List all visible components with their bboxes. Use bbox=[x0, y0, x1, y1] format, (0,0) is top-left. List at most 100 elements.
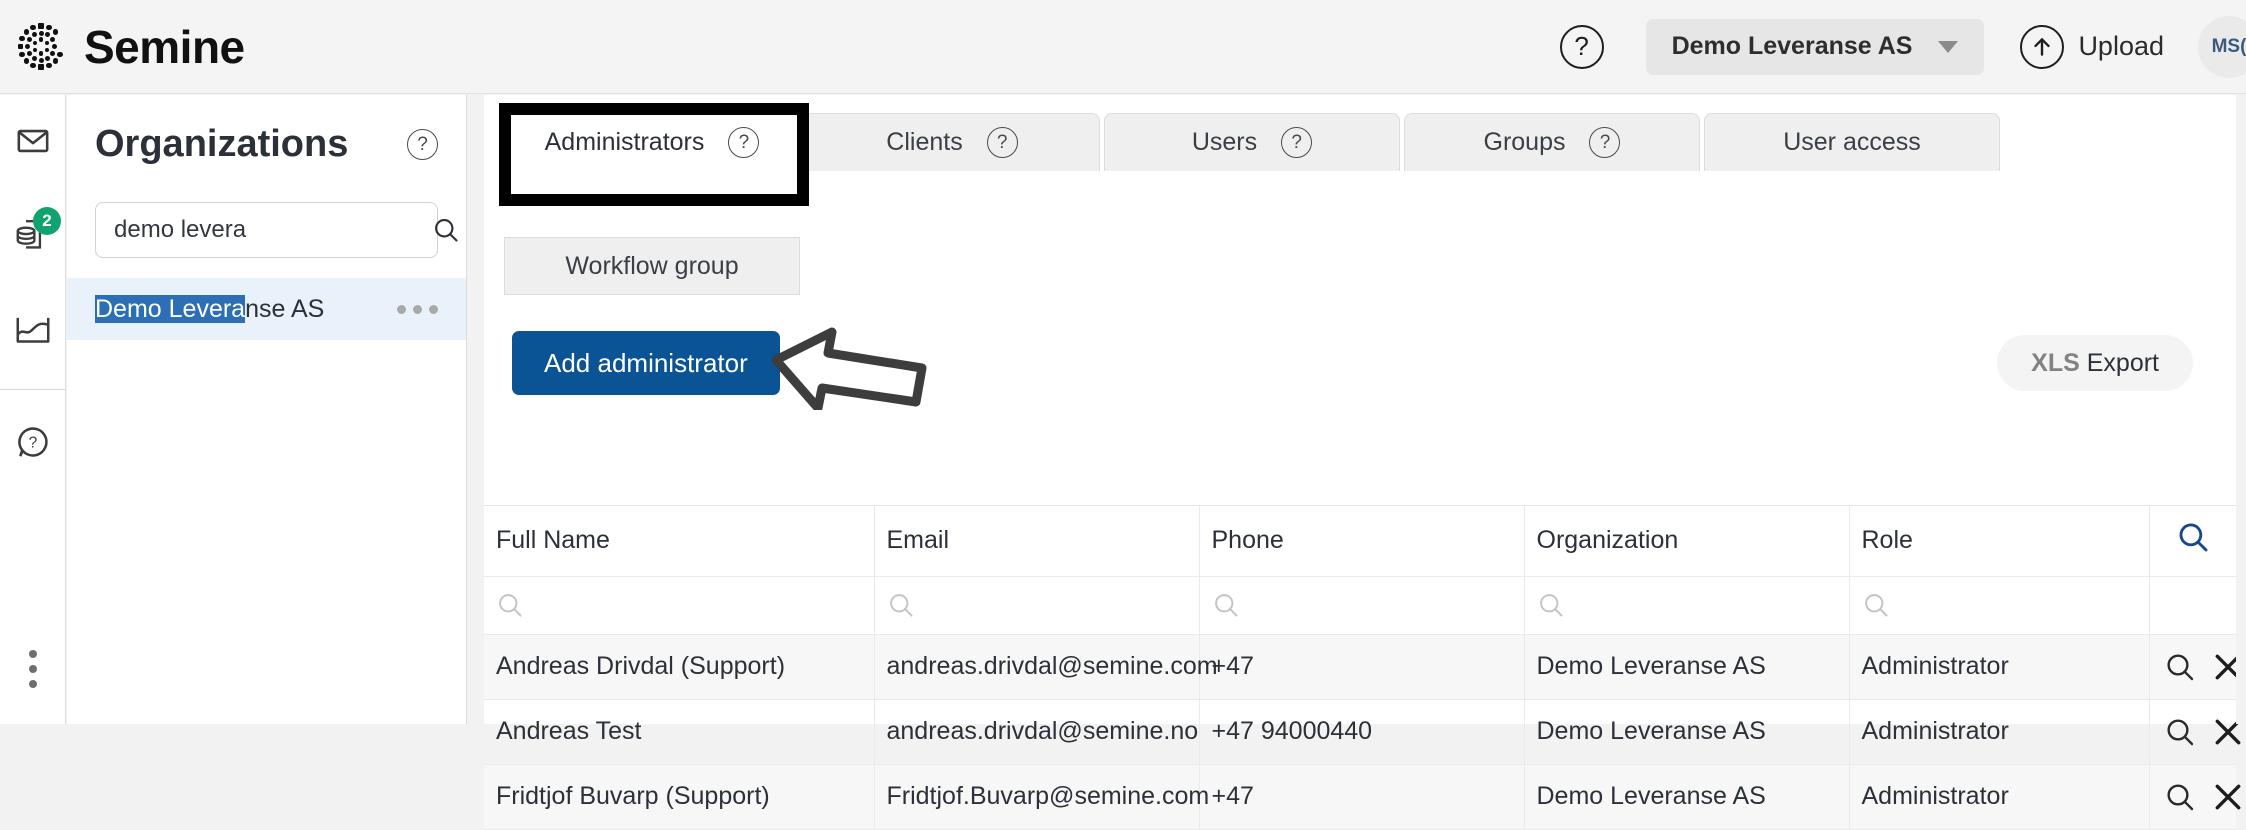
org-switcher-button[interactable]: Demo Leveranse AS bbox=[1646, 19, 1985, 75]
tab-groups-label: Groups bbox=[1484, 128, 1566, 157]
invoice-count-badge: 2 bbox=[33, 207, 61, 235]
column-header-phone[interactable]: Phone bbox=[1199, 506, 1524, 576]
svg-text:?: ? bbox=[28, 435, 37, 452]
search-icon bbox=[1537, 591, 1849, 619]
analytics-chart-icon bbox=[15, 313, 51, 345]
cell-email: andreas.drivdal@semine.com bbox=[874, 634, 1199, 699]
more-horizontal-icon[interactable] bbox=[397, 305, 438, 314]
search-icon[interactable] bbox=[2164, 651, 2196, 683]
tab-workflow-group-label: Workflow group bbox=[565, 252, 738, 281]
cell-full-name: Andreas Test bbox=[484, 699, 874, 764]
filter-email[interactable] bbox=[874, 576, 1199, 634]
search-icon[interactable] bbox=[432, 216, 460, 244]
rail-divider bbox=[0, 389, 65, 390]
more-vertical-icon[interactable] bbox=[0, 650, 66, 688]
organizations-panel: Organizations ? Demo Leveranse AS bbox=[67, 95, 467, 724]
search-icon bbox=[1862, 591, 2149, 619]
cell-email: andreas.drivdal@semine.no bbox=[874, 699, 1199, 764]
cell-phone: +47 bbox=[1199, 764, 1524, 829]
rail-item-mail[interactable] bbox=[0, 103, 65, 179]
brand[interactable]: Semine bbox=[14, 20, 245, 74]
organization-name-highlight: Demo Levera bbox=[95, 295, 245, 323]
table-row[interactable]: Fridtjof Buvarp (Support) Fridtjof.Buvar… bbox=[484, 764, 2236, 829]
tab-administrators-help-icon[interactable]: ? bbox=[728, 127, 759, 158]
add-administrator-button[interactable]: Add administrator bbox=[512, 331, 780, 395]
tab-bar: Administrators ? Clients ? Users ? Group… bbox=[484, 95, 2236, 171]
cell-full-name: Fridtjof Buvarp (Support) bbox=[484, 764, 874, 829]
column-header-full-name[interactable]: Full Name bbox=[484, 506, 874, 576]
tab-clients[interactable]: Clients ? bbox=[804, 113, 1100, 171]
organization-list-item[interactable]: Demo Leveranse AS bbox=[67, 278, 466, 340]
top-bar: Semine ? Demo Leveranse AS Upload MS( bbox=[0, 0, 2246, 94]
icon-rail: 2 ? bbox=[0, 95, 66, 724]
row-actions bbox=[2149, 634, 2236, 699]
search-icon bbox=[496, 591, 874, 619]
cell-role: Administrator bbox=[1849, 634, 2149, 699]
upload-arrow-icon bbox=[2020, 25, 2064, 69]
tab-groups[interactable]: Groups ? bbox=[1404, 113, 1700, 171]
row-actions bbox=[2149, 764, 2236, 829]
avatar[interactable]: MS( bbox=[2198, 16, 2246, 78]
tab-groups-help-icon[interactable]: ? bbox=[1589, 127, 1620, 158]
column-header-email[interactable]: Email bbox=[874, 506, 1199, 576]
xls-export-label: Export bbox=[2087, 349, 2159, 377]
organizations-help-icon[interactable]: ? bbox=[407, 129, 438, 160]
help-icon[interactable]: ? bbox=[1560, 25, 1604, 69]
xls-export-prefix: XLS bbox=[2031, 349, 2080, 377]
tab-workflow-group[interactable]: Workflow group bbox=[504, 237, 800, 295]
organization-list-item-label: Demo Leveranse AS bbox=[95, 295, 324, 324]
close-x-icon[interactable] bbox=[2212, 781, 2244, 813]
table-header-row: Full Name Email Phone Organization Role bbox=[484, 506, 2236, 576]
cell-organization: Demo Leveranse AS bbox=[1524, 699, 1849, 764]
table-row[interactable]: Andreas Test andreas.drivdal@semine.no +… bbox=[484, 699, 2236, 764]
tab-users-help-icon[interactable]: ? bbox=[1281, 127, 1312, 158]
tab-user-access[interactable]: User access bbox=[1704, 113, 2000, 171]
filter-full-name[interactable] bbox=[484, 576, 874, 634]
top-bar-right: ? Demo Leveranse AS Upload MS( bbox=[1560, 0, 2246, 93]
action-bar: Add administrator XLS Export bbox=[484, 317, 2236, 425]
search-icon bbox=[1212, 591, 1524, 619]
tab-users-label: Users bbox=[1192, 128, 1257, 157]
table-head: Full Name Email Phone Organization Role bbox=[484, 506, 2236, 634]
cell-phone: +47 bbox=[1199, 634, 1524, 699]
page-title: Organizations bbox=[95, 123, 348, 166]
tab-clients-help-icon[interactable]: ? bbox=[987, 127, 1018, 158]
help-chat-bubble-icon: ? bbox=[16, 425, 50, 459]
column-header-organization[interactable]: Organization bbox=[1524, 506, 1849, 576]
mail-envelope-icon bbox=[16, 124, 50, 158]
table-body: Andreas Drivdal (Support) andreas.drivda… bbox=[484, 634, 2236, 829]
search-icon[interactable] bbox=[2164, 781, 2196, 813]
chevron-down-icon bbox=[1938, 41, 1958, 53]
rail-item-analytics[interactable] bbox=[0, 291, 65, 367]
search-input[interactable] bbox=[114, 216, 424, 244]
rail-item-help[interactable]: ? bbox=[0, 404, 65, 480]
filter-role[interactable] bbox=[1849, 576, 2149, 634]
table-row[interactable]: Andreas Drivdal (Support) andreas.drivda… bbox=[484, 634, 2236, 699]
cell-full-name: Andreas Drivdal (Support) bbox=[484, 634, 874, 699]
column-header-role[interactable]: Role bbox=[1849, 506, 2149, 576]
organization-name-rest: nse AS bbox=[245, 295, 324, 323]
cell-email: Fridtjof.Buvarp@semine.com bbox=[874, 764, 1199, 829]
upload-button[interactable]: Upload bbox=[2020, 25, 2164, 69]
organizations-header: Organizations ? bbox=[67, 95, 466, 166]
brand-name: Semine bbox=[84, 24, 245, 70]
administrators-table: Full Name Email Phone Organization Role bbox=[484, 505, 2236, 830]
filter-phone[interactable] bbox=[1199, 576, 1524, 634]
search-icon[interactable] bbox=[2164, 716, 2196, 748]
table-search-toggle[interactable] bbox=[2149, 506, 2236, 576]
right-gutter bbox=[2236, 95, 2246, 724]
organizations-search[interactable] bbox=[95, 202, 438, 258]
rail-item-invoices[interactable]: 2 bbox=[0, 197, 65, 273]
tab-clients-label: Clients bbox=[886, 128, 962, 157]
tab-users[interactable]: Users ? bbox=[1104, 113, 1400, 171]
xls-export-button[interactable]: XLS Export bbox=[1997, 335, 2193, 391]
cell-organization: Demo Leveranse AS bbox=[1524, 764, 1849, 829]
filter-organization[interactable] bbox=[1524, 576, 1849, 634]
row-actions bbox=[2149, 699, 2236, 764]
search-icon bbox=[2176, 520, 2210, 554]
main-content: Administrators ? Clients ? Users ? Group… bbox=[484, 95, 2236, 724]
tab-administrators[interactable]: Administrators ? bbox=[504, 113, 800, 171]
tab-user-access-label: User access bbox=[1783, 128, 1921, 157]
search-icon bbox=[887, 591, 1199, 619]
semine-dotted-circle-logo-icon bbox=[14, 20, 68, 74]
